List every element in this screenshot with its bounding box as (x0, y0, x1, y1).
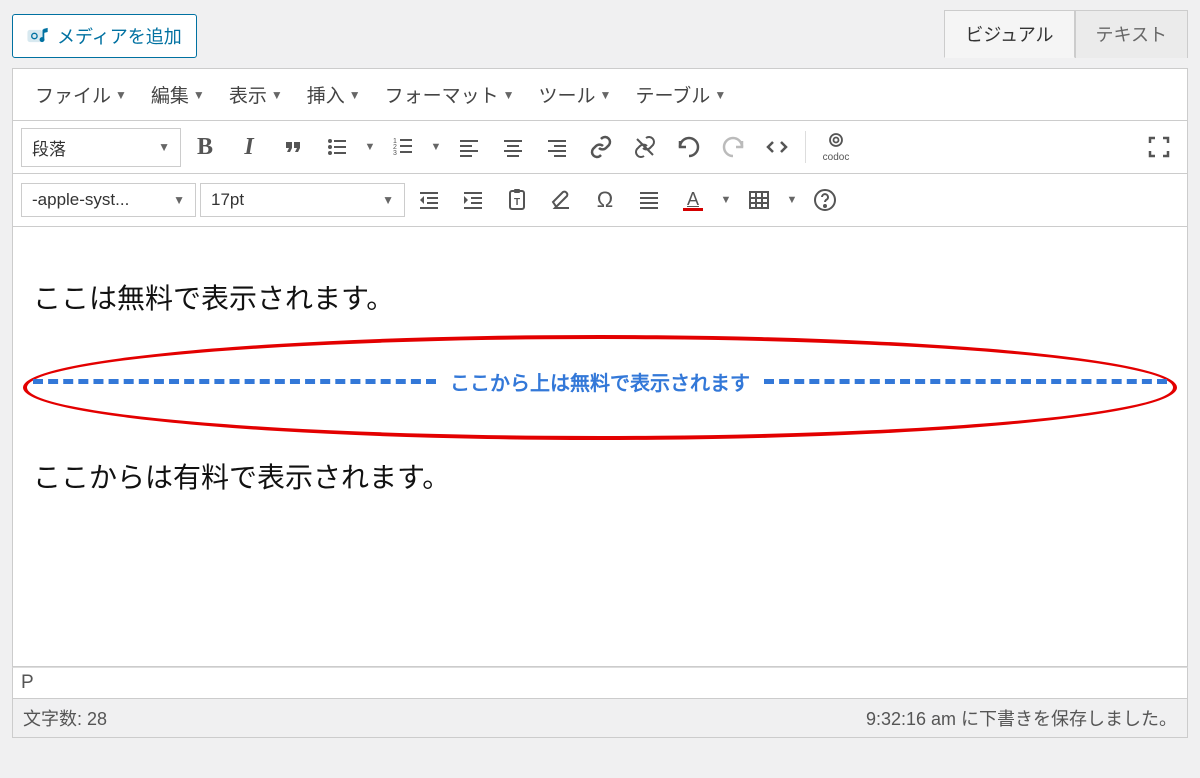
text-color-button[interactable]: A (673, 180, 713, 220)
font-family-select[interactable]: -apple-syst... ▼ (21, 183, 196, 217)
codoc-button[interactable]: codoc (814, 127, 858, 167)
caret-down-icon: ▼ (193, 88, 205, 102)
special-character-button[interactable]: Ω (585, 180, 625, 220)
clear-formatting-button[interactable] (541, 180, 581, 220)
element-path[interactable]: P (12, 667, 1188, 699)
caret-down-icon: ▼ (600, 88, 612, 102)
indent-button[interactable] (453, 180, 493, 220)
toolbar-secondary: -apple-syst... ▼ 17pt ▼ T Ω A ▼ (12, 174, 1188, 227)
menubar: ファイル▼ 編集▼ 表示▼ 挿入▼ フォーマット▼ ツール▼ テーブル▼ (12, 68, 1188, 121)
paid-content-text[interactable]: ここからは有料で表示されます。 (33, 456, 1167, 496)
free-content-text[interactable]: ここは無料で表示されます。 (33, 277, 1167, 317)
autosave-status: 9:32:16 am に下書きを保存しました。 (866, 705, 1177, 731)
paragraph-format-select[interactable]: 段落 ▼ (21, 128, 181, 167)
text-color-indicator (683, 208, 703, 211)
menu-file[interactable]: ファイル▼ (23, 75, 139, 114)
bulleted-list-dropdown[interactable]: ▼ (361, 127, 379, 167)
code-button[interactable] (757, 127, 797, 167)
paywall-divider[interactable]: ここから上は無料で表示されます (33, 367, 1167, 396)
link-button[interactable] (581, 127, 621, 167)
bold-button[interactable]: B (185, 127, 225, 167)
caret-down-icon: ▼ (173, 193, 185, 207)
numbered-list-dropdown[interactable]: ▼ (427, 127, 445, 167)
tab-text[interactable]: テキスト (1075, 10, 1188, 58)
tab-visual[interactable]: ビジュアル (944, 10, 1074, 58)
table-dropdown[interactable]: ▼ (783, 180, 801, 220)
caret-down-icon: ▼ (271, 88, 283, 102)
blockquote-button[interactable] (273, 127, 313, 167)
menu-insert[interactable]: 挿入▼ (295, 75, 373, 114)
caret-down-icon: ▼ (503, 88, 515, 102)
help-button[interactable] (805, 180, 845, 220)
strikethrough-button[interactable] (629, 180, 669, 220)
add-media-button[interactable]: メディアを追加 (12, 14, 197, 58)
text-color-dropdown[interactable]: ▼ (717, 180, 735, 220)
toolbar-primary: 段落 ▼ B I ▼ 123 ▼ (12, 121, 1188, 174)
menu-edit[interactable]: 編集▼ (139, 75, 217, 114)
menu-view[interactable]: 表示▼ (217, 75, 295, 114)
menu-format[interactable]: フォーマット▼ (373, 75, 527, 114)
align-center-button[interactable] (493, 127, 533, 167)
menu-table[interactable]: テーブル▼ (623, 75, 738, 114)
word-count: 文字数: 28 (23, 705, 107, 731)
status-bar: 文字数: 28 9:32:16 am に下書きを保存しました。 (12, 699, 1188, 738)
add-media-label: メディアを追加 (57, 23, 182, 49)
paywall-divider-container: ここから上は無料で表示されます (33, 347, 1167, 416)
fullscreen-button[interactable] (1139, 127, 1179, 167)
outdent-button[interactable] (409, 180, 449, 220)
dash-right (764, 379, 1167, 384)
svg-text:3: 3 (393, 150, 397, 157)
caret-down-icon: ▼ (158, 140, 170, 154)
redo-button[interactable] (713, 127, 753, 167)
svg-text:T: T (514, 197, 520, 208)
align-left-button[interactable] (449, 127, 489, 167)
unlink-button[interactable] (625, 127, 665, 167)
paywall-divider-label: ここから上は無料で表示されます (436, 367, 764, 396)
numbered-list-button[interactable]: 123 (383, 127, 423, 167)
editor-mode-tabs: ビジュアル テキスト (944, 10, 1188, 58)
caret-down-icon: ▼ (349, 88, 361, 102)
caret-down-icon: ▼ (382, 193, 394, 207)
dash-left (33, 379, 436, 384)
caret-down-icon: ▼ (714, 88, 726, 102)
menu-tools[interactable]: ツール▼ (527, 75, 624, 114)
bulleted-list-button[interactable] (317, 127, 357, 167)
align-right-button[interactable] (537, 127, 577, 167)
undo-button[interactable] (669, 127, 709, 167)
table-button[interactable] (739, 180, 779, 220)
caret-down-icon: ▼ (115, 88, 127, 102)
font-size-select[interactable]: 17pt ▼ (200, 183, 405, 217)
paste-text-button[interactable]: T (497, 180, 537, 220)
toolbar-separator (805, 131, 806, 163)
camera-music-icon (27, 27, 49, 45)
italic-button[interactable]: I (229, 127, 269, 167)
editor-content[interactable]: ここは無料で表示されます。 ここから上は無料で表示されます ここからは有料で表示… (12, 227, 1188, 667)
